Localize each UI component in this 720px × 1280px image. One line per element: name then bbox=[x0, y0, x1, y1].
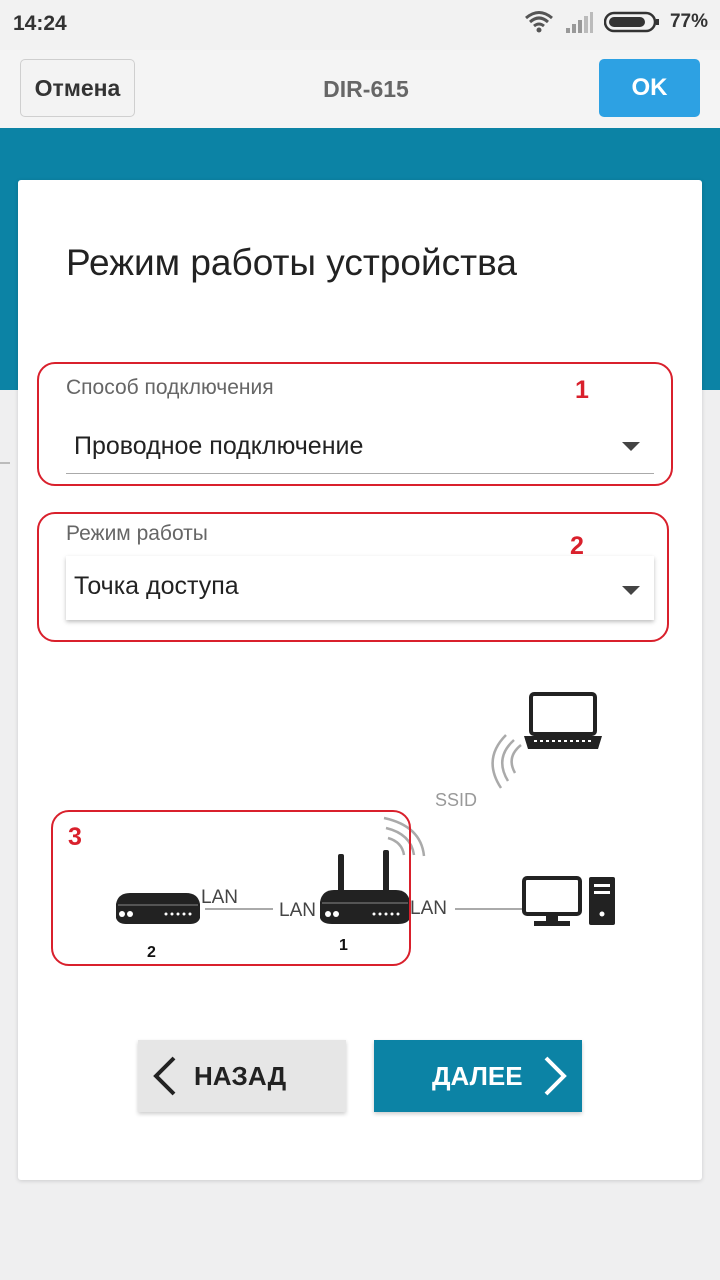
ok-button[interactable]: OK bbox=[599, 59, 700, 117]
desktop-computer-icon bbox=[522, 876, 615, 926]
next-button-label: ДАЛЕЕ bbox=[432, 1061, 523, 1091]
back-button[interactable]: НАЗАД bbox=[138, 1040, 346, 1112]
wifi-icon bbox=[525, 11, 553, 33]
next-button[interactable]: ДАЛЕЕ bbox=[374, 1040, 582, 1112]
cancel-button[interactable]: Отмена bbox=[20, 59, 135, 117]
chevron-left-icon bbox=[153, 1056, 176, 1096]
annotation-number-3: 3 bbox=[68, 823, 82, 851]
annotation-box-3 bbox=[51, 810, 411, 966]
back-button-label: НАЗАД bbox=[194, 1061, 287, 1091]
status-icons: 77% bbox=[524, 10, 708, 34]
status-bar: 14:24 77% bbox=[0, 0, 720, 50]
wifi-waves-icon bbox=[491, 734, 522, 789]
wizard-card: Режим работы устройства Способ подключен… bbox=[18, 180, 702, 1180]
annotation-number-2: 2 bbox=[570, 532, 584, 560]
chevron-right-icon bbox=[544, 1056, 567, 1096]
page-title: Режим работы устройства bbox=[66, 242, 517, 283]
lan-label-right: LAN bbox=[410, 898, 447, 919]
ssid-label: SSID bbox=[435, 790, 477, 810]
annotation-number-1: 1 bbox=[575, 376, 589, 404]
network-diagram: SSID LAN LAN LAN 2 1 bbox=[116, 692, 615, 961]
app-bar: Отмена DIR-615 OK bbox=[0, 50, 720, 128]
status-time: 14:24 bbox=[13, 12, 67, 35]
signal-icon bbox=[565, 12, 593, 33]
battery-icon bbox=[603, 11, 659, 33]
laptop-icon bbox=[524, 692, 602, 749]
background-divider bbox=[0, 462, 10, 464]
battery-percent: 77% bbox=[669, 11, 708, 32]
app-title: DIR-615 bbox=[323, 76, 409, 102]
